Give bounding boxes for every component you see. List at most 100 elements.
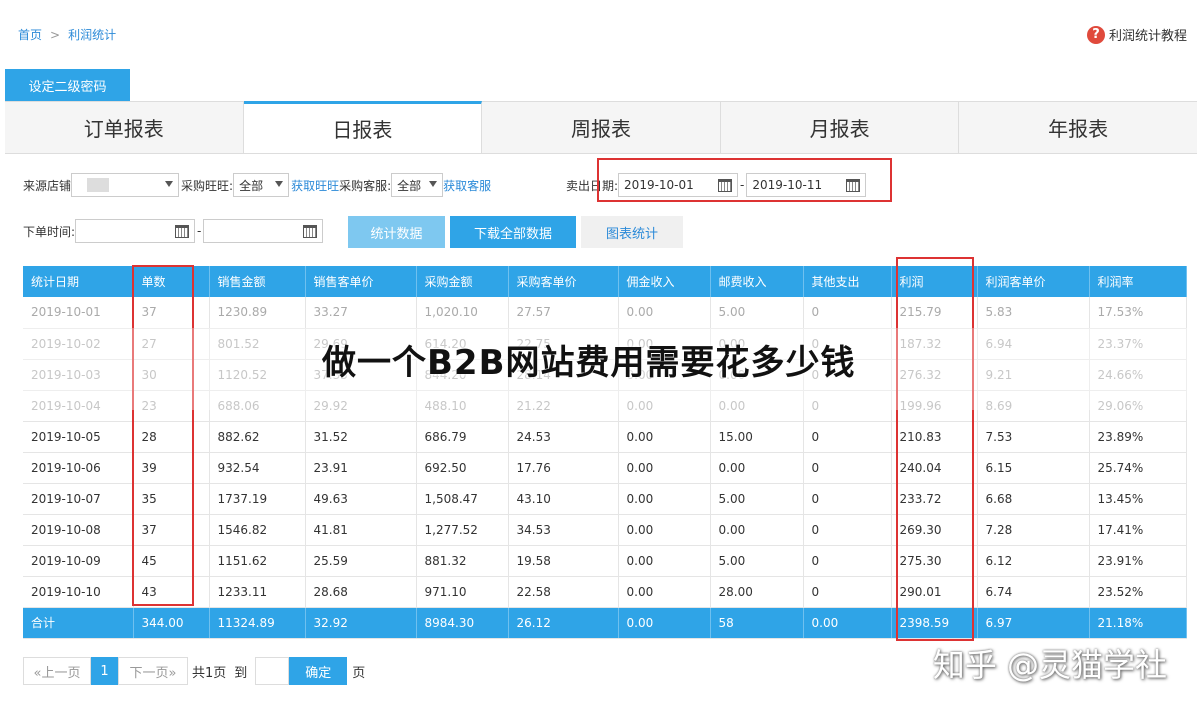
next-page-button[interactable]: 下一页» <box>118 657 188 685</box>
table-cell: 17.53% <box>1089 297 1187 329</box>
tab-monthly-report[interactable]: 月报表 <box>721 102 960 153</box>
daily-report-table: 统计日期 单数 销售金额 销售客单价 采购金额 采购客单价 佣金收入 邮费收入 … <box>23 266 1187 639</box>
table-cell: 24.53 <box>508 421 619 453</box>
table-cell: 1151.62 <box>209 545 306 577</box>
table-cell: 2019-10-07 <box>23 483 134 515</box>
tab-weekly-report[interactable]: 周报表 <box>482 102 721 153</box>
set-secondary-password-button[interactable]: 设定二级密码 <box>5 69 130 101</box>
prev-page-button[interactable]: «上一页 <box>23 657 91 685</box>
chevron-down-icon <box>165 181 174 187</box>
tab-yearly-report[interactable]: 年报表 <box>959 102 1197 153</box>
table-cell: 6.12 <box>977 545 1090 577</box>
filter-row-1: 来源店铺 采购旺旺: 全部 获取旺旺 采购客服: 全部 获取客服 <box>23 173 491 197</box>
chart-stats-button[interactable]: 图表统计 <box>581 216 683 248</box>
table-row: 2019-10-05 28 882.62 31.52 686.79 24.53 0.00 15… <box>23 421 1187 453</box>
table-header-row: 统计日期 单数 销售金额 销售客单价 采购金额 采购客单价 佣金收入 邮费收入 … <box>23 266 1187 297</box>
table-cell: 15.00 <box>710 421 804 453</box>
watermark: 知乎 @灵猫学社 <box>932 646 1167 684</box>
table-cell: 0.00 <box>618 576 711 608</box>
total-cell: 21.18% <box>1089 607 1187 639</box>
breadcrumb-current[interactable]: 利润统计 <box>68 26 116 43</box>
table-cell: 971.10 <box>416 576 509 608</box>
table-cell: 0.00 <box>618 452 711 484</box>
calendar-icon[interactable] <box>175 225 190 238</box>
order-time-from-input[interactable] <box>75 219 196 243</box>
table-cell: 19.58 <box>508 545 619 577</box>
total-cell: 58 <box>710 607 804 639</box>
table-cell: 2019-10-08 <box>23 514 134 546</box>
total-cell: 26.12 <box>508 607 619 639</box>
table-cell: 23.91 <box>305 452 417 484</box>
table-cell: 1,277.52 <box>416 514 509 546</box>
help-tutorial-label: 利润统计教程 <box>1108 29 1187 44</box>
header-purchase-amount: 采购金额 <box>416 266 509 297</box>
table-cell: 0.00 <box>710 514 804 546</box>
calendar-icon[interactable] <box>303 225 318 238</box>
table-cell: 0 <box>803 545 892 577</box>
table-cell: 25.59 <box>305 545 417 577</box>
table-cell: 0 <box>803 576 892 608</box>
tab-order-report[interactable]: 订单报表 <box>5 102 244 153</box>
table-cell: 686.79 <box>416 421 509 453</box>
table-row: 2019-10-07 35 1737.19 49.63 1,508.47 43.10 0.0… <box>23 483 1187 515</box>
confirm-button[interactable]: 确定 <box>289 657 348 685</box>
table-cell: 0.00 <box>618 421 711 453</box>
table-cell: 28.68 <box>305 576 417 608</box>
stats-data-button[interactable]: 统计数据 <box>348 216 445 248</box>
table-cell: 17.41% <box>1089 514 1187 546</box>
table-row: 2019-10-08 37 1546.82 41.81 1,277.52 34.53 0.0… <box>23 514 1187 546</box>
header-postage: 邮费收入 <box>710 266 804 297</box>
order-time-to-input[interactable] <box>203 219 324 243</box>
goto-page-input[interactable] <box>255 657 290 685</box>
table-cell: 1737.19 <box>209 483 306 515</box>
total-cell: 11324.89 <box>209 607 306 639</box>
table-cell: 1,508.47 <box>416 483 509 515</box>
table-cell: 34.53 <box>508 514 619 546</box>
table-cell: 41.81 <box>305 514 417 546</box>
table-cell: 2019-10-09 <box>23 545 134 577</box>
breadcrumb: 首页 > 利润统计 <box>18 26 116 43</box>
download-all-button[interactable]: 下载全部数据 <box>450 216 576 248</box>
table-cell: 28.00 <box>710 576 804 608</box>
help-tutorial-link[interactable]: ? 利润统计教程 <box>1086 25 1187 44</box>
table-cell: 0.00 <box>710 452 804 484</box>
table-cell: 5.00 <box>710 545 804 577</box>
table-cell: 932.54 <box>209 452 306 484</box>
header-date: 统计日期 <box>23 266 134 297</box>
header-commission: 佣金收入 <box>618 266 711 297</box>
table-cell: 5.00 <box>710 297 804 329</box>
table-cell: 0.00 <box>618 545 711 577</box>
header-other-expense: 其他支出 <box>803 266 892 297</box>
source-store-select[interactable] <box>71 173 180 197</box>
total-cell: 合计 <box>23 607 134 639</box>
highlight-box-date <box>597 158 892 202</box>
table-cell: 49.63 <box>305 483 417 515</box>
header-sales-amount: 销售金额 <box>209 266 306 297</box>
table-cell: 882.62 <box>209 421 306 453</box>
highlight-box-profit <box>896 257 974 641</box>
current-page[interactable]: 1 <box>91 657 118 685</box>
table-cell: 0 <box>803 483 892 515</box>
table-cell: 1233.11 <box>209 576 306 608</box>
table-cell: 13.45% <box>1089 483 1187 515</box>
table-cell: 0 <box>803 514 892 546</box>
purchase-service-select[interactable]: 全部 <box>391 173 444 197</box>
header-purchase-avg: 采购客单价 <box>508 266 619 297</box>
breadcrumb-home[interactable]: 首页 <box>18 26 42 43</box>
get-wangwang-link[interactable]: 获取旺旺 <box>291 177 339 194</box>
purchase-service-label: 采购客服: <box>339 178 392 193</box>
tab-daily-report[interactable]: 日报表 <box>243 101 483 153</box>
overlay-title: 做一个B2B网站费用需要花多少钱 <box>322 343 856 383</box>
table-cell: 22.58 <box>508 576 619 608</box>
purchase-wangwang-select[interactable]: 全部 <box>233 173 290 197</box>
purchase-wangwang-value: 全部 <box>239 178 264 193</box>
get-service-link[interactable]: 获取客服 <box>443 177 491 194</box>
table-cell: 1,020.10 <box>416 297 509 329</box>
order-time-label: 下单时间: <box>23 224 76 239</box>
order-time-filter: 下单时间: - <box>23 219 324 243</box>
table-cell: 0.00 <box>618 514 711 546</box>
table-cell: 0 <box>803 452 892 484</box>
table-cell: 23.52% <box>1089 576 1187 608</box>
table-cell: 0.00 <box>618 297 711 329</box>
table-cell: 1546.82 <box>209 514 306 546</box>
